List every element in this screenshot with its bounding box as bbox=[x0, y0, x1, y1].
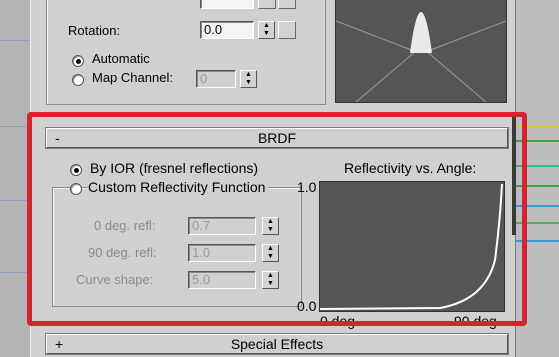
map-channel-spinner[interactable]: ▲ ▼ bbox=[240, 70, 257, 88]
viewport-left-edge bbox=[0, 0, 30, 357]
spinner-down-icon[interactable]: ▼ bbox=[259, 30, 274, 38]
grid-line bbox=[0, 200, 30, 201]
rotation-lock-button[interactable] bbox=[278, 21, 296, 39]
map-channel-field[interactable]: 0 bbox=[196, 70, 236, 88]
grid-line bbox=[0, 40, 30, 41]
rotation-spinner[interactable]: ▲ ▼ bbox=[258, 21, 275, 39]
rotation-label: Rotation: bbox=[68, 23, 121, 38]
map-channel-radio[interactable] bbox=[72, 74, 84, 86]
upper-lock-button[interactable] bbox=[278, 0, 296, 9]
brdf-highlight-box bbox=[27, 112, 527, 326]
coordinates-group bbox=[46, 0, 326, 105]
upper-field[interactable] bbox=[200, 0, 254, 9]
special-effects-rollout-header[interactable]: + Special Effects bbox=[46, 334, 508, 354]
special-effects-title: Special Effects bbox=[230, 336, 324, 352]
map-preview bbox=[335, 0, 507, 103]
automatic-radio[interactable] bbox=[72, 55, 84, 67]
grid-line bbox=[0, 272, 30, 273]
spinner-down-icon[interactable]: ▼ bbox=[241, 79, 256, 87]
spinner-up-icon[interactable]: ▲ bbox=[259, 22, 274, 30]
upper-spinner[interactable] bbox=[258, 0, 276, 9]
rotation-field[interactable]: 0.0 bbox=[200, 21, 254, 39]
spinner-up-icon[interactable]: ▲ bbox=[241, 71, 256, 79]
grid-line bbox=[0, 126, 30, 127]
map-channel-label: Map Channel: bbox=[92, 70, 173, 85]
automatic-label: Automatic bbox=[92, 51, 150, 66]
